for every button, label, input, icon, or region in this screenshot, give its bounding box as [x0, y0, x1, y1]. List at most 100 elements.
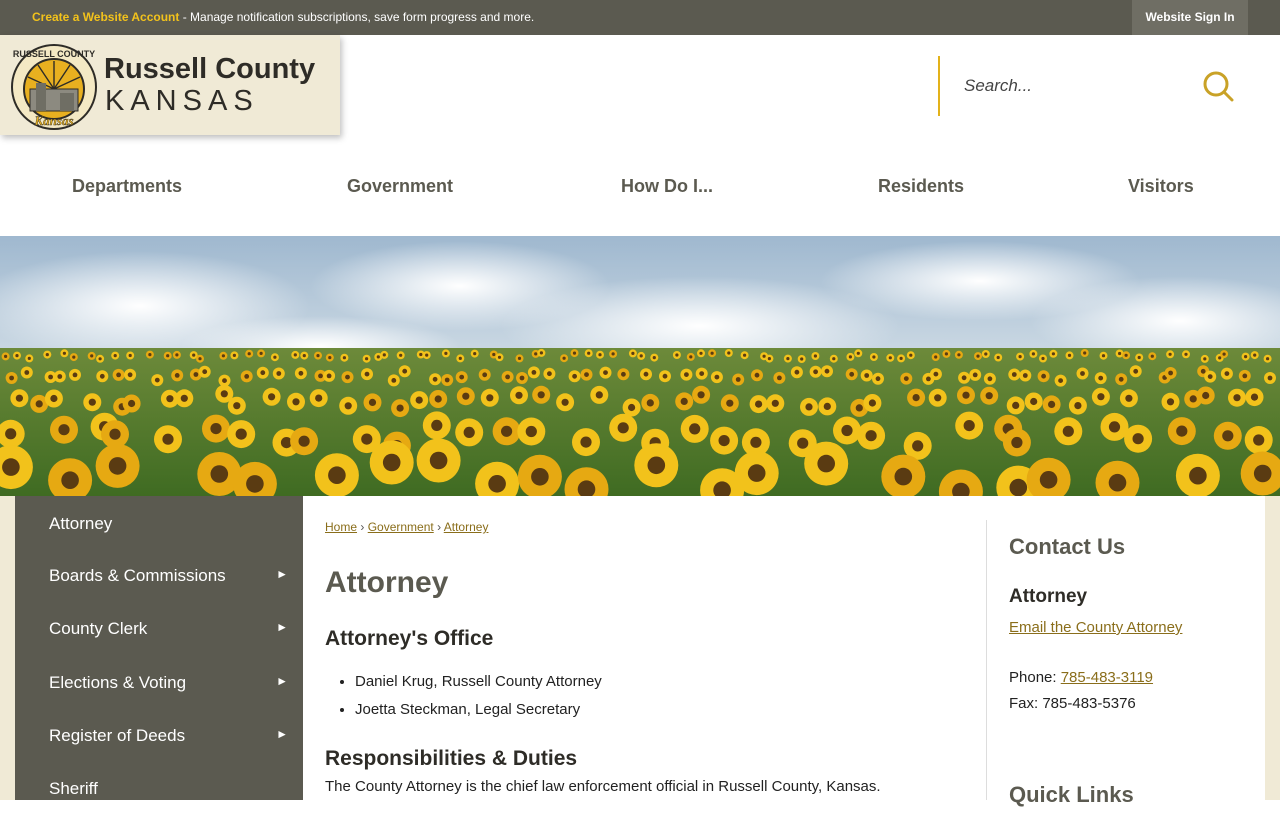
sunflower-center [50, 394, 58, 403]
sunflower-center [652, 356, 656, 360]
search-input[interactable] [964, 74, 1184, 98]
sunflower-center [58, 424, 70, 436]
create-account-link[interactable]: Create a Website Account [32, 10, 179, 24]
submenu-arrow-icon[interactable]: ► [276, 620, 288, 634]
sunflower-center [72, 355, 76, 359]
logo-county-name: Russell County [104, 53, 316, 85]
sunflower-center [933, 371, 939, 377]
email-attorney-link[interactable]: Email the County Attorney [1009, 619, 1182, 636]
list-item: Daniel Krug, Russell County Attorney [355, 672, 602, 700]
submenu-arrow-icon[interactable]: ► [276, 674, 288, 688]
sunflower-center [934, 355, 938, 359]
sunflower-center [1166, 398, 1175, 406]
sunflower-center [154, 377, 160, 383]
sunflower-center [848, 355, 853, 359]
sunflower-center [244, 374, 250, 379]
sunflower-center [15, 354, 19, 358]
sunflower-center [762, 354, 766, 358]
sunflower-center [432, 376, 438, 382]
sidebar-item-label: Attorney [49, 514, 113, 533]
list-item: Joetta Steckman, Legal Secretary [355, 700, 602, 728]
sidebar-item-register-of-deeds[interactable]: Register of Deeds ► [15, 709, 303, 762]
sunflower-center [175, 353, 179, 357]
sunflower-center [425, 353, 429, 357]
submenu-arrow-icon[interactable]: ► [276, 567, 288, 581]
sidebar-item-boards-commissions[interactable]: Boards & Commissions ► [15, 549, 303, 602]
sunflower-center [777, 375, 782, 381]
sunflower-field-banner [0, 236, 1280, 496]
sunflower-center [505, 374, 510, 380]
sunflower-center [531, 370, 537, 375]
sunflower-center [1009, 478, 1028, 496]
sunflower-center [976, 354, 980, 358]
sunflower-center [710, 351, 714, 355]
sunflower-center [1133, 368, 1139, 374]
sunflower-center [497, 355, 502, 359]
submenu-arrow-icon[interactable]: ► [276, 727, 288, 741]
sidebar-item-attorney[interactable]: Attorney [15, 496, 303, 549]
sunflower-center [328, 466, 346, 484]
sunflower-center [318, 373, 323, 379]
sunflower-center [813, 369, 818, 375]
nav-residents[interactable]: Residents [878, 176, 964, 197]
sunflower-center [1168, 352, 1172, 356]
sunflower-center [855, 404, 863, 412]
sunflower-center [202, 369, 208, 375]
sunflower-center [492, 352, 496, 357]
account-promo: Create a Website Account - Manage notifi… [32, 10, 534, 24]
sunflower-center [794, 369, 800, 375]
breadcrumb-government-link[interactable]: Government [368, 520, 434, 534]
sunflower-center [912, 394, 920, 402]
sunflower-center [525, 425, 537, 438]
sunflower-center [260, 370, 266, 376]
sunflower-center [985, 392, 993, 400]
sunflower-center [689, 355, 693, 359]
nav-government[interactable]: Government [347, 176, 453, 197]
sunflower-center [727, 351, 731, 355]
website-sign-in-button[interactable]: Website Sign In [1132, 0, 1248, 35]
sunflower-center [1253, 353, 1257, 357]
nav-how-do-i[interactable]: How Do I... [621, 176, 713, 197]
sunflower-center [894, 467, 913, 486]
sunflower-center [903, 376, 909, 381]
sunflower-center [595, 391, 603, 399]
sunflower-center [800, 357, 804, 361]
site-logo[interactable]: RUSSELL COUNTY Kansas Russell County KAN… [0, 35, 340, 135]
sidebar-item-label: Register of Deeds [49, 726, 186, 745]
sidebar-item-sheriff[interactable]: Sheriff [15, 762, 303, 815]
breadcrumb-attorney-link[interactable]: Attorney [444, 520, 489, 534]
sunflower-center [767, 357, 772, 361]
breadcrumb-home-link[interactable]: Home [325, 520, 357, 534]
nav-departments[interactable]: Departments [72, 176, 182, 197]
sunflower-center [1118, 376, 1124, 382]
sunflower-center [572, 373, 577, 379]
sidebar-item-elections-voting[interactable]: Elections & Voting ► [15, 656, 303, 709]
sunflower-center [382, 453, 401, 472]
phone-link[interactable]: 785-483-3119 [1061, 669, 1153, 686]
sunflower-center [797, 437, 809, 449]
sunflower-center [875, 376, 881, 382]
sunflower-center [865, 430, 877, 442]
sunflower-center [429, 451, 448, 470]
sunflower-center [1011, 436, 1023, 449]
sunflower-center [562, 356, 566, 360]
top-utility-bar: Create a Website Account - Manage notifi… [0, 0, 1280, 35]
sunflower-center [232, 353, 236, 357]
sunflower-center [996, 355, 1000, 360]
sunflower-center [109, 428, 121, 440]
nav-visitors[interactable]: Visitors [1128, 176, 1194, 197]
search-icon[interactable] [1202, 70, 1234, 102]
sidebar-item-county-clerk[interactable]: County Clerk ► [15, 602, 303, 655]
sunflower-center [399, 353, 403, 357]
sunflower-center [368, 398, 377, 406]
sunflower-center [726, 399, 734, 407]
sidebar-item-label: County Clerk [49, 619, 148, 638]
sunflower-center [344, 402, 352, 410]
sunflower-center [909, 353, 913, 357]
sunflower-center [684, 372, 689, 377]
sunflower-center [1097, 393, 1105, 401]
contact-fax: Fax: 785-483-5376 [1009, 695, 1136, 712]
sidebar-item-label: Elections & Voting [49, 673, 187, 692]
sunflower-center [302, 354, 306, 358]
sunflower-center [1048, 400, 1056, 408]
